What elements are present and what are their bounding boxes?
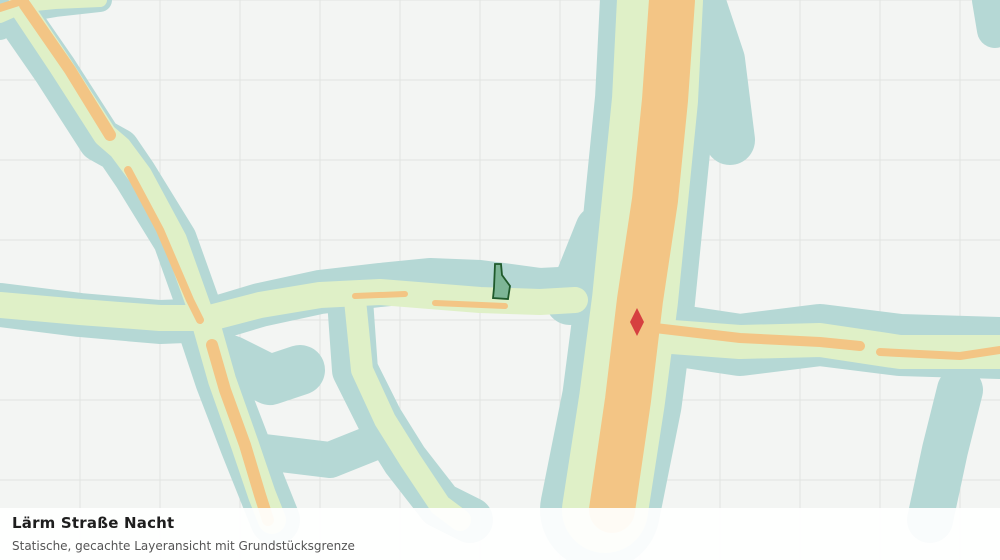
map-subtitle: Statische, gecachte Layeransicht mit Gru… [12, 539, 355, 553]
map-title: Lärm Straße Nacht [12, 514, 175, 532]
noise-map[interactable] [0, 0, 1000, 560]
map-legend: Lärm Straße Nacht Statische, gecachte La… [0, 508, 1000, 560]
